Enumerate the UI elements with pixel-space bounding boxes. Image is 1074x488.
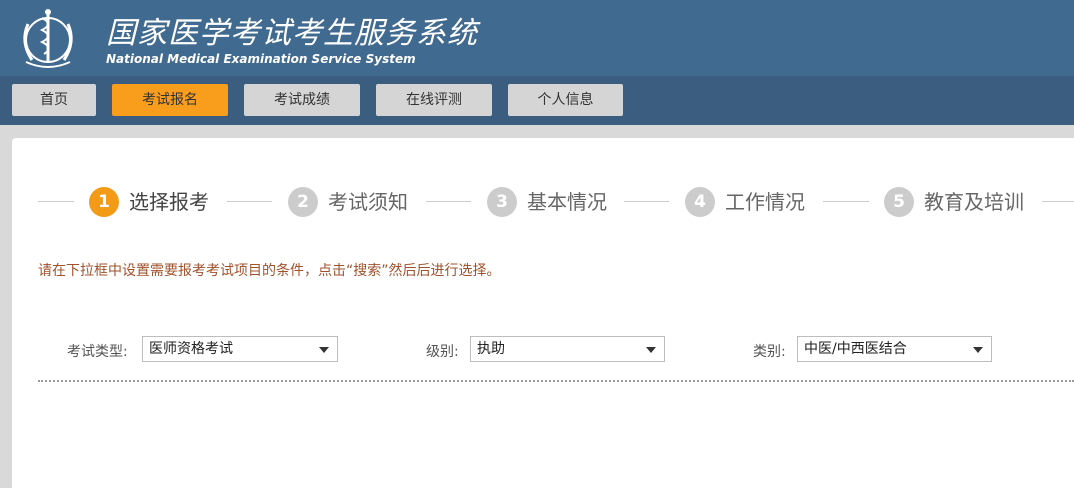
level-select[interactable]: 执助 xyxy=(470,336,665,362)
chevron-down-icon xyxy=(319,347,329,353)
category-label: 类别: xyxy=(753,344,786,360)
nav-exam-scores[interactable]: 考试成绩 xyxy=(244,84,360,116)
step-connector xyxy=(624,201,669,202)
step-2-number: 2 xyxy=(288,187,318,217)
instruction-text: 请在下拉框中设置需要报考考试项目的条件，点击“搜索”然后后进行选择。 xyxy=(38,263,501,279)
step-3-label: 基本情况 xyxy=(527,190,607,214)
exam-type-label: 考试类型: xyxy=(67,344,128,360)
nav-online-assessment[interactable]: 在线评测 xyxy=(376,84,492,116)
nav-exam-registration[interactable]: 考试报名 xyxy=(112,84,228,116)
main-content: 1 选择报考 2 考试须知 3 基本情况 4 工作情况 5 教育及培训 请在下拉… xyxy=(12,138,1074,488)
step-connector xyxy=(1042,201,1074,202)
level-value: 执助 xyxy=(477,341,505,357)
nav-home[interactable]: 首页 xyxy=(12,84,96,116)
chevron-down-icon xyxy=(973,347,983,353)
step-5-label: 教育及培训 xyxy=(924,190,1024,214)
step-3-number: 3 xyxy=(487,187,517,217)
step-5-number: 5 xyxy=(884,187,914,217)
nav-personal-info[interactable]: 个人信息 xyxy=(508,84,623,116)
step-1-number: 1 xyxy=(89,187,119,217)
step-4-label: 工作情况 xyxy=(725,190,805,214)
divider xyxy=(38,380,1074,382)
main-nav: 首页 考试报名 考试成绩 在线评测 个人信息 xyxy=(0,76,1074,125)
step-connector xyxy=(38,201,74,202)
exam-type-select[interactable]: 医师资格考试 xyxy=(142,336,338,362)
step-connector xyxy=(823,201,869,202)
step-connector xyxy=(227,201,272,202)
chevron-down-icon xyxy=(646,347,656,353)
header: 国家医学考试考生服务系统 National Medical Examinatio… xyxy=(0,0,1074,76)
level-label: 级别: xyxy=(426,344,459,360)
medical-emblem-icon xyxy=(23,9,73,68)
category-select[interactable]: 中医/中西医结合 xyxy=(797,336,992,362)
step-2-label: 考试须知 xyxy=(328,190,408,214)
step-connector xyxy=(426,201,471,202)
system-subtitle: National Medical Examination Service Sys… xyxy=(106,52,416,66)
step-1-label: 选择报考 xyxy=(129,190,209,214)
step-4-number: 4 xyxy=(685,187,715,217)
category-value: 中医/中西医结合 xyxy=(804,341,907,357)
system-title: 国家医学考试考生服务系统 xyxy=(106,16,478,51)
exam-type-value: 医师资格考试 xyxy=(149,341,233,357)
